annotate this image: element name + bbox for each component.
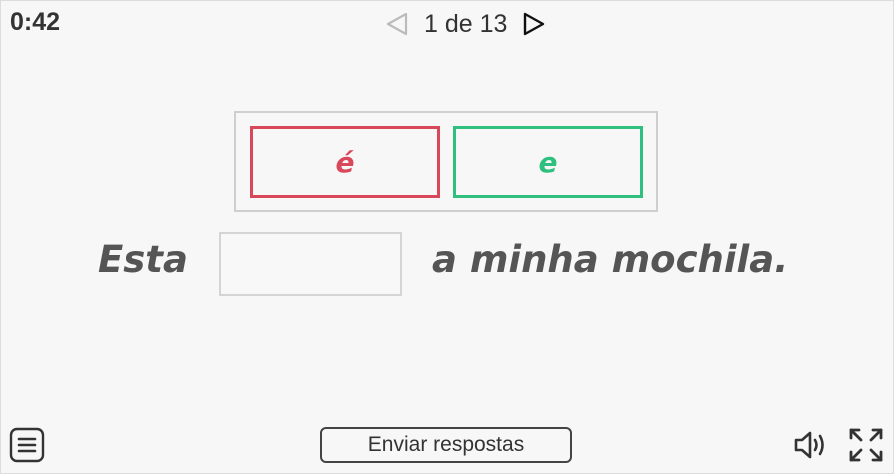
answer-tile-e[interactable]: e [453, 126, 643, 198]
hamburger-menu-icon [9, 427, 45, 463]
timer: 0:42 [10, 8, 61, 36]
submit-answers-button[interactable]: Enviar respostas [320, 427, 572, 463]
sentence: Esta a minha mochila. [0, 230, 894, 298]
previous-page-icon[interactable] [382, 9, 412, 39]
menu-button[interactable] [9, 427, 45, 463]
sentence-word-after: a minha mochila. [432, 238, 789, 281]
answer-tile-e-acute[interactable]: é [250, 126, 440, 198]
answer-drop-zone[interactable] [219, 232, 402, 296]
answer-tiles-container: é e [234, 111, 658, 212]
next-page-icon[interactable] [519, 9, 549, 39]
sound-button[interactable] [792, 428, 830, 462]
page-indicator: 1 de 13 [424, 9, 508, 38]
sentence-word-before: Esta [98, 238, 188, 281]
pager: 1 de 13 [382, 6, 549, 42]
speaker-icon [794, 431, 824, 459]
fullscreen-button[interactable] [847, 426, 885, 464]
expand-arrows-icon [849, 428, 883, 462]
